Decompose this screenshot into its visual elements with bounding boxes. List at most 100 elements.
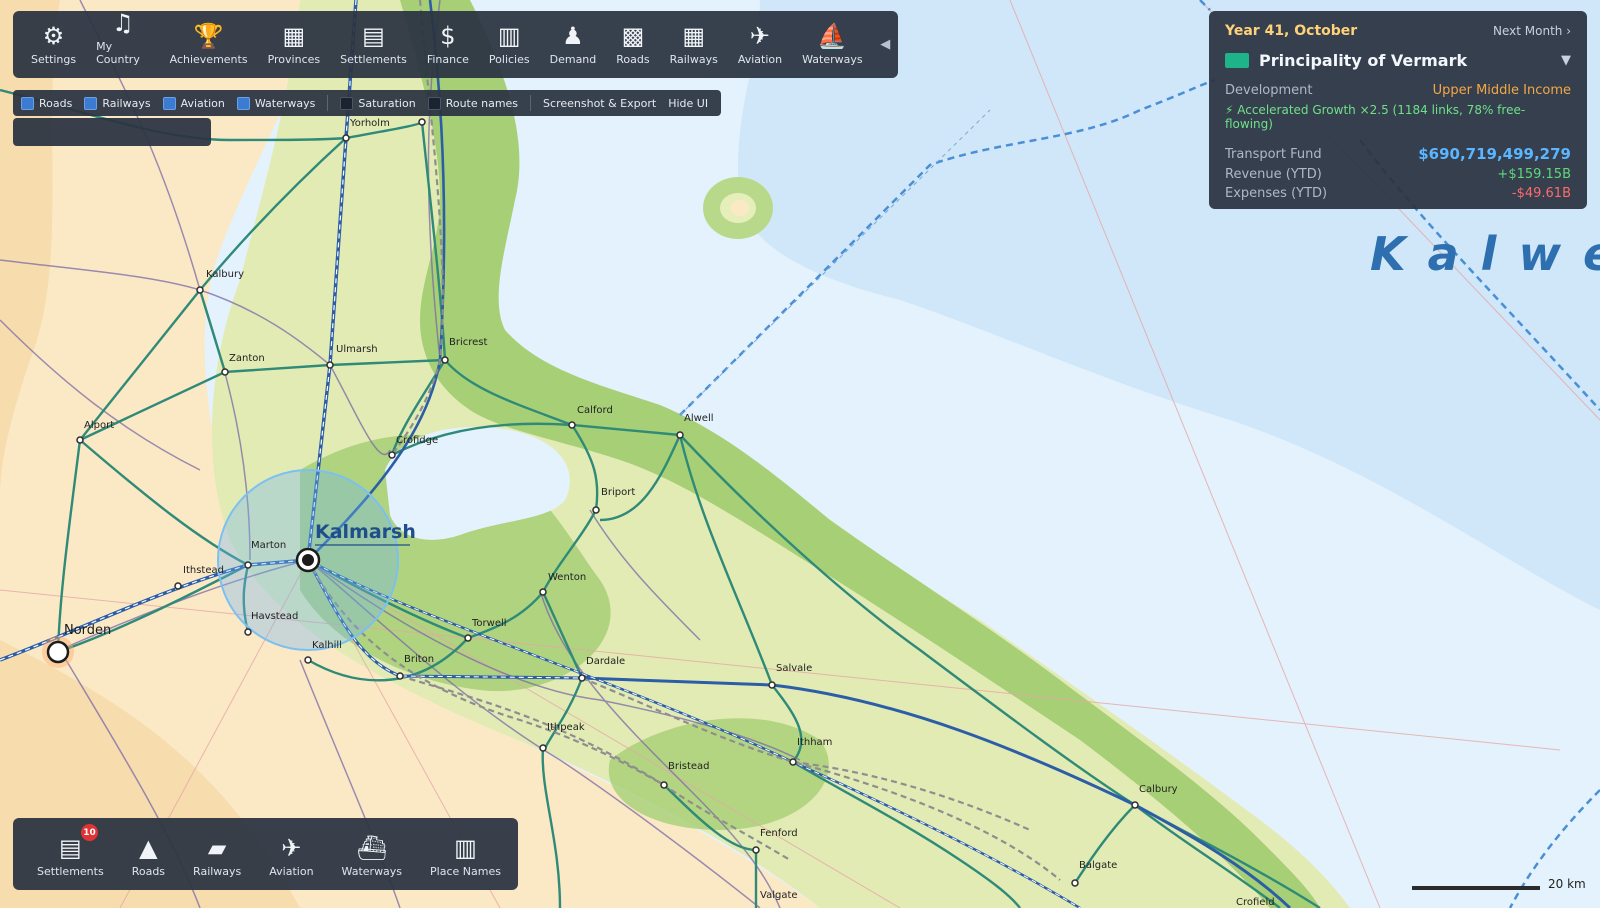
toolbar-achievements-button[interactable]: 🏆 Achievements: [160, 11, 258, 78]
checkbox-saturation[interactable]: [340, 96, 354, 110]
fund-label: Transport Fund: [1225, 146, 1322, 162]
roads-icon: ▩: [621, 22, 645, 50]
settlements-icon: ▤: [59, 834, 82, 862]
chevron-down-icon[interactable]: ▼: [1561, 53, 1571, 68]
toolbar-settlements-button[interactable]: ▤ Settlements: [330, 11, 417, 78]
waterways-icon: ⛵: [817, 22, 848, 50]
toggle-aviation[interactable]: Aviation: [162, 96, 225, 110]
build-toolbar: 10 ▤ Settlements ▲ Roads ▰ Railways ✈ Aviati…: [13, 818, 518, 890]
scale-label: 20 km: [1548, 877, 1586, 891]
toolbar-policies-button[interactable]: ▥ Policies: [479, 11, 540, 78]
development-label: Development: [1225, 83, 1313, 98]
policies-icon: ▥: [497, 22, 521, 50]
growth-status: ⚡ Accelerated Growth ×2.5 (1184 links, 7…: [1225, 103, 1526, 131]
build-settlements-button[interactable]: 10 ▤ Settlements: [23, 818, 118, 890]
country-name: Principality of Vermark: [1259, 51, 1468, 70]
toolbar-finance-button[interactable]: $ Finance: [417, 11, 479, 78]
divider: [530, 95, 532, 111]
gear-icon: ⚙: [42, 22, 65, 50]
label-bristead: Bristead: [668, 761, 710, 772]
railways-icon: ▦: [682, 22, 706, 50]
train-icon: ▰: [207, 834, 227, 862]
build-roads-button[interactable]: ▲ Roads: [118, 818, 179, 890]
label-alport: Alport: [84, 420, 114, 431]
toggle-railways[interactable]: Railways: [84, 96, 151, 110]
place-names-button[interactable]: ▥ Place Names: [416, 818, 515, 890]
toolbar-aviation-button[interactable]: ✈ Aviation: [728, 11, 792, 78]
label-norden: Norden: [64, 623, 111, 638]
settlements-icon: ▤: [362, 22, 385, 50]
scale-bar: 20 km: [1410, 876, 1590, 896]
checkbox-roads[interactable]: [21, 96, 34, 110]
screenshot-export-button[interactable]: Screenshot & Export: [543, 97, 656, 110]
label-valgate: Valgate: [760, 890, 798, 901]
label-kalhill: Kalhill: [312, 640, 342, 651]
build-aviation-button[interactable]: ✈ Aviation: [255, 818, 327, 890]
country-flag: [1225, 53, 1249, 68]
label-kalmarsh[interactable]: Kalmarsh: [315, 521, 416, 543]
plane-icon: ✈: [281, 834, 302, 862]
development-value: Upper Middle Income: [1432, 83, 1571, 98]
demand-icon: ♟: [562, 22, 584, 50]
toolbar-my-country-button[interactable]: ♫ My Country: [86, 9, 160, 78]
scale-line: [1412, 886, 1540, 890]
build-railways-button[interactable]: ▰ Railways: [179, 818, 255, 890]
norden-marker[interactable]: [46, 640, 70, 664]
notification-badge: 10: [81, 824, 98, 841]
checkbox-route-names[interactable]: [427, 96, 441, 110]
label-ulmarsh: Ulmarsh: [336, 344, 378, 355]
checkbox-railways[interactable]: [84, 96, 98, 110]
label-zanton: Zanton: [229, 353, 265, 364]
trophy-icon: 🏆: [193, 22, 224, 50]
collapse-toolbar-button[interactable]: ◀: [873, 11, 898, 78]
label-wenton: Wenton: [548, 572, 586, 583]
expenses-label: Expenses (YTD): [1225, 186, 1328, 201]
layer-toggle-bar: Roads Railways Aviation Waterways Satura…: [13, 90, 721, 116]
ship-icon: ⛴: [356, 834, 388, 862]
toggle-saturation[interactable]: Saturation: [340, 96, 416, 110]
toggle-waterways[interactable]: Waterways: [236, 96, 315, 110]
road-icon: ▲: [139, 834, 158, 862]
country-info-panel: Year 41, October Next Month › Principali…: [1209, 11, 1587, 209]
label-calford: Calford: [577, 405, 613, 416]
toolbar-provinces-button[interactable]: ▦ Provinces: [258, 11, 331, 78]
country-icon: ♫: [112, 9, 134, 37]
aviation-icon: ✈: [749, 22, 771, 50]
label-bricrest: Bricrest: [449, 337, 488, 348]
expenses-value: -$49.61B: [1511, 186, 1571, 201]
fund-value: $690,719,499,279: [1418, 145, 1571, 163]
checkbox-waterways[interactable]: [236, 96, 250, 110]
country-selector[interactable]: Principality of Vermark ▼: [1225, 51, 1571, 70]
build-waterways-button[interactable]: ⛴ Waterways: [328, 818, 417, 890]
label-havstead: Havstead: [251, 611, 298, 622]
hide-ui-button[interactable]: Hide UI: [668, 97, 708, 110]
label-ithstead: Ithstead: [183, 565, 224, 576]
sea-label-kalwel: Kalwel: [1370, 227, 1600, 281]
toolbar-railways-button[interactable]: ▦ Railways: [660, 11, 728, 78]
label-ithham: Ithham: [797, 737, 832, 748]
label-crofield: Crofield: [1236, 897, 1275, 908]
label-ithpeak: Ithpeak: [547, 722, 585, 733]
next-month-button[interactable]: Next Month ›: [1493, 24, 1571, 38]
divider: [327, 95, 329, 111]
revenue-label: Revenue (YTD): [1225, 167, 1322, 182]
label-crofidge: Crofidge: [396, 435, 438, 446]
game-date: Year 41, October: [1225, 23, 1358, 39]
label-kalbury: Kalbury: [206, 269, 244, 280]
toggle-roads[interactable]: Roads: [21, 96, 72, 110]
label-alwell: Alwell: [684, 413, 714, 424]
toolbar-waterways-button[interactable]: ⛵ Waterways: [792, 11, 873, 78]
label-briton: Briton: [404, 654, 434, 665]
label-torwell: Torwell: [471, 618, 507, 629]
label-yorholm: Yorholm: [349, 118, 390, 129]
checkbox-aviation[interactable]: [162, 96, 176, 110]
toolbar-demand-button[interactable]: ♟ Demand: [540, 11, 607, 78]
label-balgate: Balgate: [1079, 860, 1117, 871]
toolbar-roads-button[interactable]: ▩ Roads: [606, 11, 659, 78]
search-placeholder-panel[interactable]: [13, 118, 211, 146]
toolbar-settings-button[interactable]: ⚙ Settings: [21, 11, 86, 78]
finance-icon: $: [440, 22, 456, 50]
toggle-route-names[interactable]: Route names: [427, 96, 518, 110]
revenue-value: +$159.15B: [1497, 167, 1571, 182]
label-marton: Marton: [251, 540, 286, 551]
